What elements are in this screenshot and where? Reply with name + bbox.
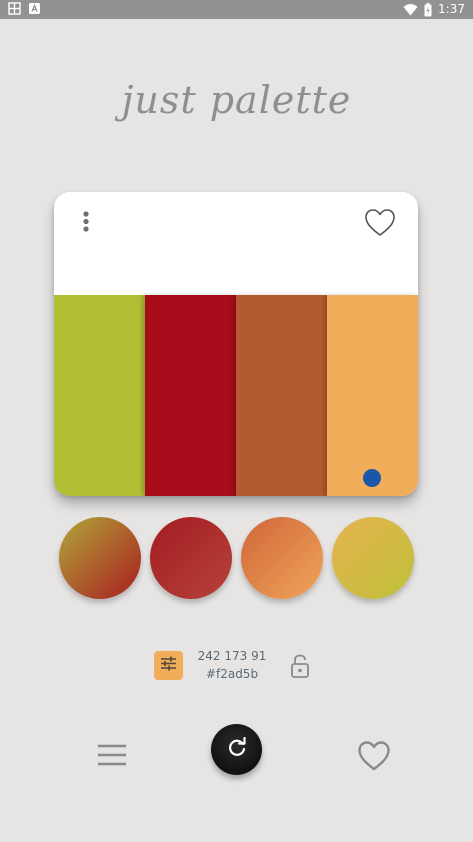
gradient-circle-2[interactable] <box>150 517 232 599</box>
selected-swatch-indicator <box>363 469 381 487</box>
lock-open-icon[interactable] <box>289 653 311 679</box>
app-screen: 1:37 just palette 242 173 91 #f2ad5b <box>0 0 473 842</box>
battery-icon <box>424 2 432 17</box>
gradient-circle-4[interactable] <box>332 517 414 599</box>
status-time: 1:37 <box>438 2 465 16</box>
favorites-heart-icon[interactable] <box>357 740 391 772</box>
color-swatch-4[interactable] <box>327 295 418 496</box>
color-swatch-1[interactable] <box>54 295 145 496</box>
selected-color-rgb: 242 173 91 <box>197 649 267 663</box>
status-right-icons: 1:37 <box>403 1 465 18</box>
notification-icon <box>8 2 21 15</box>
wifi-icon <box>403 3 418 16</box>
generate-palette-button[interactable] <box>211 724 262 775</box>
color-swatch-2[interactable] <box>145 295 236 496</box>
palette-card <box>54 192 418 496</box>
app-title: just palette <box>121 78 352 122</box>
gradient-circle-1[interactable] <box>59 517 141 599</box>
adjust-color-button[interactable] <box>154 651 183 680</box>
refresh-icon <box>226 736 248 763</box>
palette-card-header <box>54 192 418 295</box>
color-swatch-3[interactable] <box>236 295 327 496</box>
favorite-palette-heart-icon[interactable] <box>364 208 396 238</box>
status-bar: 1:37 <box>0 0 473 19</box>
more-options-icon[interactable] <box>78 210 94 238</box>
selected-color-hex: #f2ad5b <box>205 667 259 681</box>
app-badge-icon <box>29 3 40 14</box>
sliders-icon <box>160 656 177 675</box>
hamburger-menu-icon[interactable] <box>97 744 127 766</box>
gradient-circle-3[interactable] <box>241 517 323 599</box>
status-left-icons <box>8 2 40 15</box>
palette-swatches <box>54 295 418 496</box>
gradient-circles <box>59 517 415 599</box>
